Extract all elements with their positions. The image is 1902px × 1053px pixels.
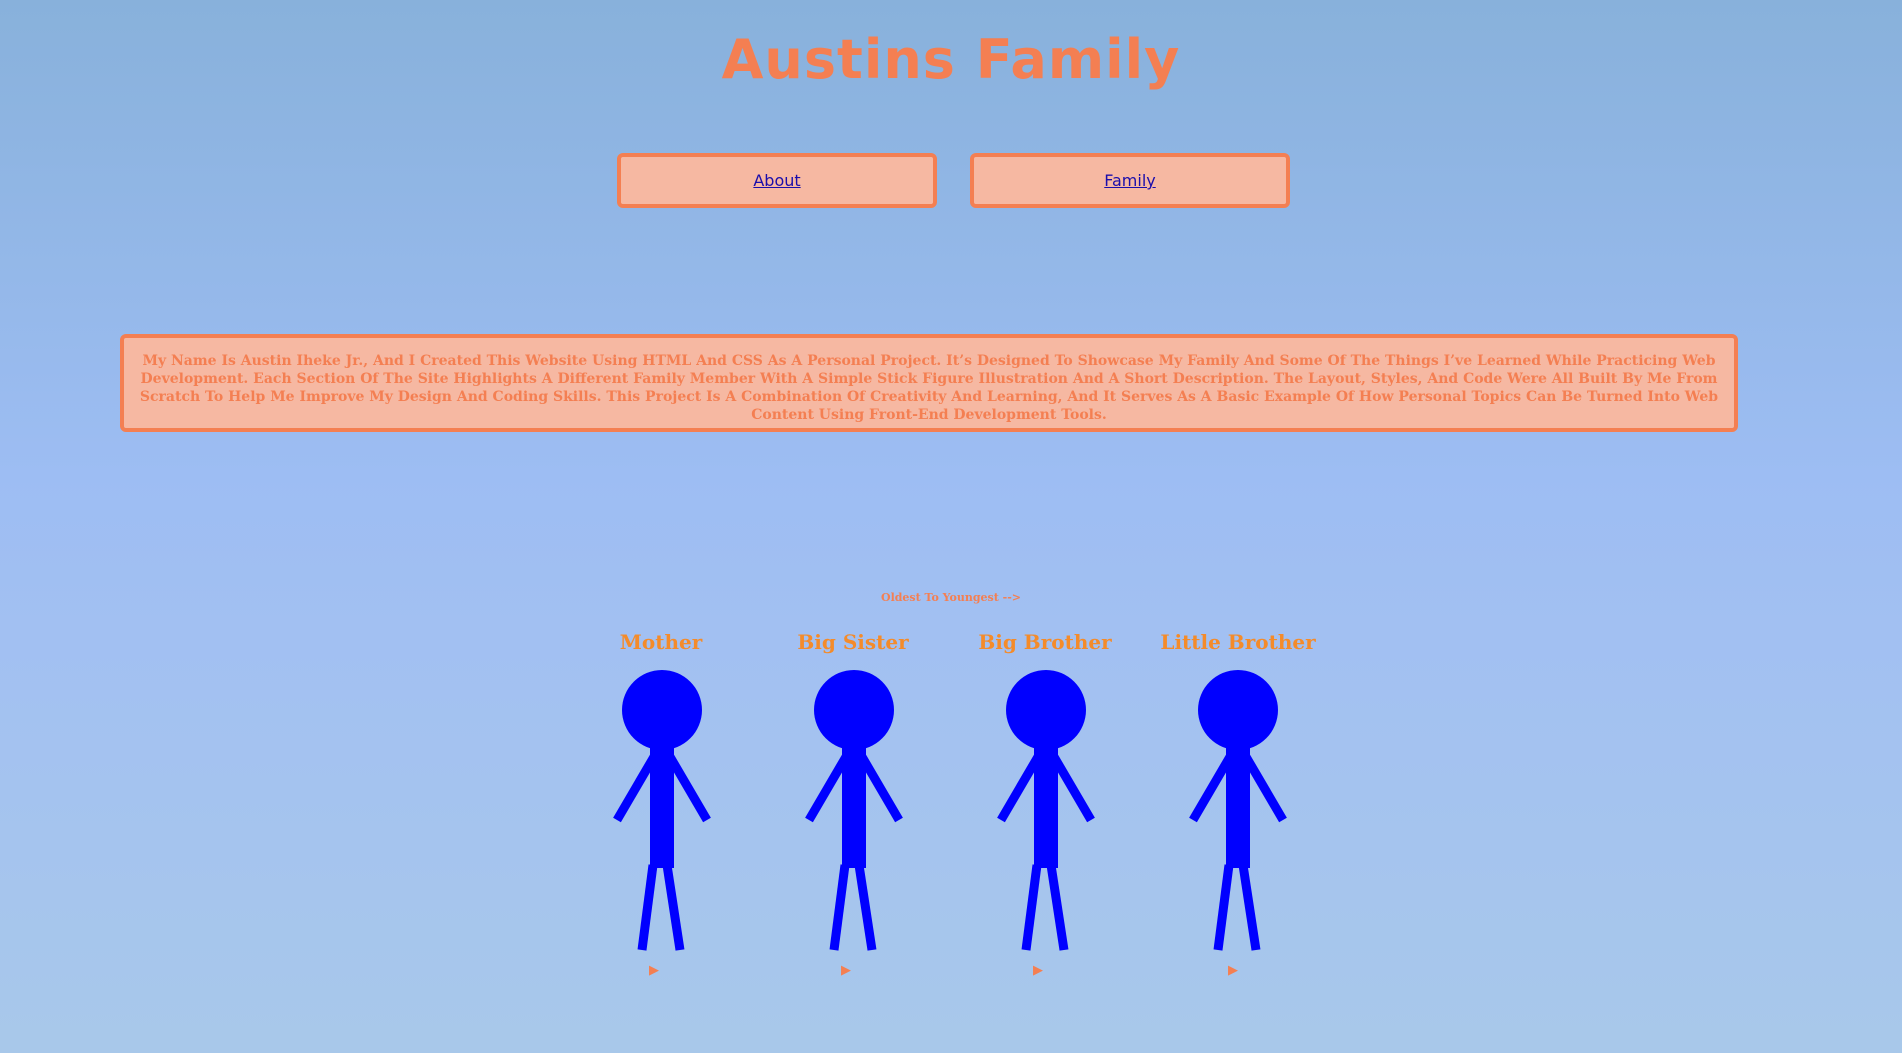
about-panel: My Name Is Austin Iheke Jr., And I Creat… — [120, 334, 1738, 432]
family-member-little-brother: Little Brother ▶ — [1148, 630, 1328, 990]
family-nav-button[interactable]: Family — [970, 153, 1290, 208]
expand-toggle-icon[interactable]: ▶ — [1033, 963, 1043, 978]
family-link[interactable]: Family — [1104, 171, 1155, 190]
member-name: Little Brother — [1160, 630, 1316, 654]
family-member-big-sister: Big Sister ▶ — [763, 630, 943, 990]
stick-figure-icon — [997, 670, 1095, 951]
about-nav-button[interactable]: About — [617, 153, 937, 208]
about-text: My Name Is Austin Iheke Jr., And I Creat… — [139, 353, 1719, 423]
stick-figure-icon — [613, 670, 711, 951]
expand-toggle-icon[interactable]: ▶ — [841, 963, 851, 978]
page-title: Austins Family — [721, 28, 1181, 91]
member-name: Big Brother — [978, 630, 1112, 654]
expand-toggle-icon[interactable]: ▶ — [649, 963, 659, 978]
member-name: Big Sister — [797, 630, 909, 654]
expand-toggle-icon[interactable]: ▶ — [1228, 963, 1238, 978]
stick-figure-icon — [805, 670, 903, 951]
family-member-big-brother: Big Brother ▶ — [955, 630, 1135, 990]
order-hint: Oldest To Youngest --> — [880, 591, 1021, 604]
family-member-mother: Mother ▶ — [571, 630, 751, 990]
about-link[interactable]: About — [753, 171, 800, 190]
stick-figure-icon — [1189, 670, 1287, 951]
member-name: Mother — [619, 630, 703, 654]
